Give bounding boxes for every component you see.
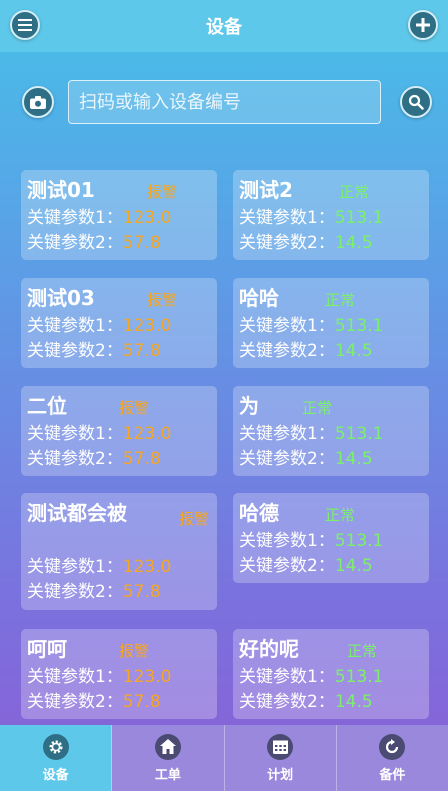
param-row-1: 关键参数1：123.0: [27, 208, 172, 228]
param-row-1: 关键参数1：123.0: [27, 667, 172, 687]
status-badge: 正常: [339, 183, 370, 201]
search-bar: [0, 80, 448, 124]
param-row-2: 关键参数2：57.8: [27, 233, 161, 253]
camera-icon: [30, 95, 46, 109]
param-value: 57.8: [122, 692, 161, 712]
hamburger-icon: [18, 19, 32, 31]
param-value: 57.8: [122, 582, 161, 602]
status-badge: 正常: [347, 642, 378, 660]
refresh-icon: [379, 733, 406, 760]
tab-label: 工单: [154, 767, 181, 783]
param-row-1: 关键参数1：123.0: [27, 424, 172, 444]
param-value: 123.0: [122, 667, 172, 687]
device-card[interactable]: 测试都会被 报警 关键参数1：123.0 关键参数2：57.8: [21, 493, 217, 610]
status-badge: 报警: [147, 291, 178, 309]
tab-plans[interactable]: 计划: [225, 725, 337, 791]
device-name: 测试2: [239, 178, 293, 202]
param-value: 123.0: [122, 557, 172, 577]
device-card[interactable]: 测试2 正常 关键参数1：513.1 关键参数2：14.5: [233, 170, 429, 260]
tab-label: 备件: [379, 767, 406, 783]
param-value: 513.1: [334, 531, 384, 551]
param-row-2: 关键参数2：14.5: [239, 449, 373, 469]
home-icon: [154, 733, 181, 760]
param-value: 57.8: [122, 341, 161, 361]
tab-work-orders[interactable]: 工单: [112, 725, 225, 791]
param-value: 14.5: [334, 233, 373, 253]
param-row-1: 关键参数1：513.1: [239, 424, 384, 444]
param-row-2: 关键参数2：57.8: [27, 449, 161, 469]
menu-button[interactable]: [10, 10, 40, 40]
param-row-1: 关键参数1：513.1: [239, 531, 384, 551]
param-row-2: 关键参数2：57.8: [27, 341, 161, 361]
param-row-1: 关键参数1：123.0: [27, 316, 172, 336]
param-value: 57.8: [122, 449, 161, 469]
param-row-2: 关键参数2：14.5: [239, 233, 373, 253]
param-value: 14.5: [334, 556, 373, 576]
device-card[interactable]: 好的呢 正常 关键参数1：513.1 关键参数2：14.5: [233, 629, 429, 719]
param-row-2: 关键参数2：14.5: [239, 692, 373, 712]
param-value: 513.1: [334, 208, 384, 228]
param-value: 513.1: [334, 667, 384, 687]
param-value: 513.1: [334, 316, 384, 336]
status-badge: 正常: [302, 399, 333, 417]
tab-spare-parts[interactable]: 备件: [337, 725, 448, 791]
device-name: 测试03: [27, 286, 95, 310]
page-title: 设备: [206, 17, 242, 38]
param-value: 123.0: [122, 208, 172, 228]
tab-devices[interactable]: 设备: [0, 725, 113, 791]
param-row-2: 关键参数2：14.5: [239, 341, 373, 361]
param-row-1: 关键参数1：513.1: [239, 316, 384, 336]
param-row-1: 关键参数1：513.1: [239, 667, 384, 687]
device-card[interactable]: 呵呵 报警 关键参数1：123.0 关键参数2：57.8: [21, 629, 217, 719]
param-value: 14.5: [334, 692, 373, 712]
device-card[interactable]: 哈哈 正常 关键参数1：513.1 关键参数2：14.5: [233, 278, 429, 368]
device-name: 测试01: [27, 178, 95, 202]
device-card[interactable]: 哈德 正常 关键参数1：513.1 关键参数2：14.5: [233, 493, 429, 583]
search-icon: [408, 94, 424, 110]
status-badge: 报警: [119, 399, 150, 417]
device-name: 哈哈: [239, 286, 279, 310]
tab-label: 设备: [42, 767, 69, 783]
top-bar: 设备: [0, 0, 448, 52]
param-value: 14.5: [334, 341, 373, 361]
param-row-2: 关键参数2：14.5: [239, 556, 373, 576]
bottom-tab-bar: 设备 工单 计划 备件: [0, 725, 448, 791]
param-value: 123.0: [122, 316, 172, 336]
status-badge: 正常: [325, 506, 356, 524]
status-badge: 报警: [178, 510, 209, 528]
device-card[interactable]: 测试03 报警 关键参数1：123.0 关键参数2：57.8: [21, 278, 217, 368]
device-name: 好的呢: [239, 637, 299, 661]
status-badge: 正常: [325, 291, 356, 309]
status-badge: 报警: [119, 642, 150, 660]
device-card[interactable]: 二位 报警 关键参数1：123.0 关键参数2：57.8: [21, 386, 217, 476]
plus-icon: [416, 18, 430, 32]
device-card[interactable]: 为 正常 关键参数1：513.1 关键参数2：14.5: [233, 386, 429, 476]
param-value: 123.0: [122, 424, 172, 444]
gear-icon: [42, 733, 69, 760]
param-row-1: 关键参数1：513.1: [239, 208, 384, 228]
device-name: 二位: [27, 394, 67, 418]
add-button[interactable]: [408, 10, 438, 40]
calendar-icon: [267, 733, 294, 760]
search-button[interactable]: [400, 86, 432, 118]
device-name: 为: [239, 394, 259, 418]
status-badge: 报警: [147, 183, 178, 201]
device-name: 呵呵: [27, 637, 67, 661]
tab-label: 计划: [267, 767, 294, 783]
param-row-1: 关键参数1：123.0: [27, 557, 172, 577]
device-search-input[interactable]: [68, 80, 381, 124]
scan-button[interactable]: [22, 86, 54, 118]
param-row-2: 关键参数2：57.8: [27, 692, 161, 712]
device-name: 哈德: [239, 501, 279, 525]
param-row-2: 关键参数2：57.8: [27, 582, 161, 602]
param-value: 513.1: [334, 424, 384, 444]
param-value: 14.5: [334, 449, 373, 469]
device-card[interactable]: 测试01 报警 关键参数1：123.0 关键参数2：57.8: [21, 170, 217, 260]
param-value: 57.8: [122, 233, 161, 253]
